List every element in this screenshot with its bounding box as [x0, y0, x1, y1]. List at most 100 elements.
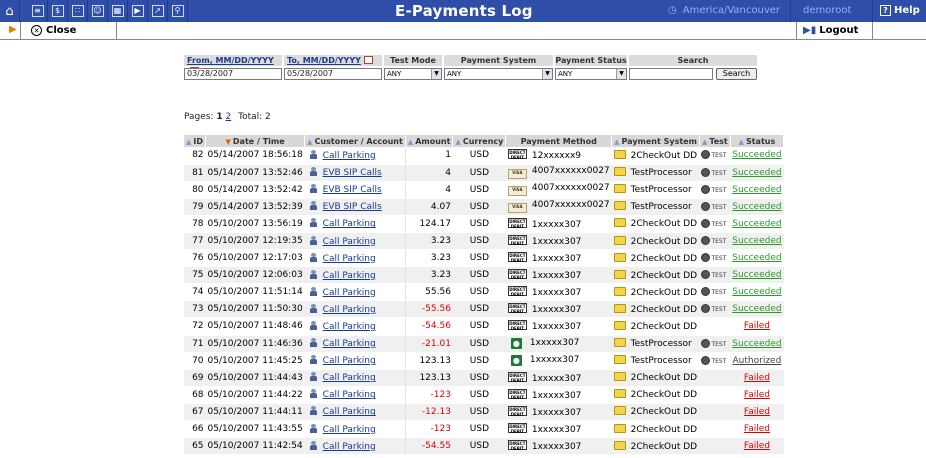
payment-system-icon: [613, 167, 626, 177]
help-link[interactable]: ? Help: [880, 5, 920, 16]
cell-payment-method: DIRECT DEBIT 1xxxxx307: [505, 386, 612, 404]
status-link[interactable]: Authorized: [733, 356, 782, 366]
calendar-icon[interactable]: [363, 56, 373, 64]
timezone-link[interactable]: ◷ America/Vancouver: [668, 5, 780, 16]
user-name[interactable]: demoroot: [790, 0, 873, 22]
dollar-icon[interactable]: $: [48, 0, 68, 22]
status-link[interactable]: Succeeded: [732, 287, 781, 297]
test-mode-select[interactable]: ANY ▼: [384, 68, 442, 80]
from-date-header[interactable]: From, MM/DD/YYYY: [184, 55, 282, 75]
cell-payment-method: DIRECT DEBIT 1xxxxx307: [505, 232, 612, 251]
customer-link[interactable]: Call Parking: [323, 339, 376, 349]
home-icon[interactable]: ⌂: [0, 0, 20, 22]
search-icon[interactable]: ⚲: [168, 0, 188, 22]
status-link[interactable]: Failed: [744, 441, 770, 451]
cell-payment-method: DIRECT DEBIT 1xxxxx307: [505, 266, 612, 285]
column-header-datetime[interactable]: ▼ Date / Time: [205, 135, 306, 147]
cell-currency: USD: [452, 232, 506, 251]
status-link[interactable]: Failed: [744, 407, 770, 417]
grid-icon[interactable]: ∷: [68, 0, 88, 22]
customer-link[interactable]: Call Parking: [323, 271, 376, 281]
search-input[interactable]: [629, 68, 713, 80]
cell-currency: USD: [452, 317, 506, 336]
sort-icon: ▲: [614, 137, 620, 146]
payment-system-icon: [613, 149, 626, 159]
from-date-input[interactable]: 03/28/2007: [184, 68, 282, 80]
header-label: ID: [193, 136, 204, 146]
customer-link[interactable]: Call Parking: [323, 425, 376, 435]
status-link[interactable]: Succeeded: [732, 236, 781, 246]
person-icon: [309, 303, 317, 313]
column-header-customer[interactable]: ▲ Customer / Account: [304, 135, 406, 147]
direct-debit-icon: DIRECT DEBIT: [507, 388, 527, 400]
header-label: Test: [709, 136, 728, 146]
status-link[interactable]: Succeeded: [732, 253, 781, 263]
cell-datetime: 05/14/2007 13:52:46: [205, 164, 305, 182]
cell-datetime: 05/10/2007 12:06:03: [205, 266, 305, 285]
list-icon[interactable]: ≡: [28, 0, 48, 22]
status-link[interactable]: Succeeded: [732, 270, 781, 280]
customer-link[interactable]: Call Parking: [323, 305, 376, 315]
customer-link[interactable]: EVB SIP Calls: [323, 202, 382, 212]
cell-currency: USD: [452, 164, 506, 182]
customer-link[interactable]: Call Parking: [323, 407, 376, 417]
cell-status: Succeeded: [730, 335, 784, 353]
credit-card-icon: VISA: [507, 186, 527, 197]
customer-link[interactable]: EVB SIP Calls: [323, 168, 382, 178]
customer-link[interactable]: Call Parking: [323, 322, 376, 332]
column-header-status[interactable]: ▲ Status: [730, 135, 785, 147]
column-header-amount[interactable]: ▲ Amount: [405, 135, 454, 147]
chevron-down-icon: ▼: [542, 69, 552, 79]
customer-link[interactable]: Call Parking: [323, 373, 376, 383]
status-link[interactable]: Succeeded: [732, 150, 781, 160]
payment-system-icon: [613, 355, 626, 365]
customer-link[interactable]: Call Parking: [323, 219, 376, 229]
status-link[interactable]: Failed: [744, 321, 770, 331]
forward-icon[interactable]: ▶: [128, 0, 148, 22]
person-icon[interactable]: ☺: [88, 0, 108, 22]
page-link[interactable]: 2: [226, 112, 232, 122]
customer-link[interactable]: Call Parking: [323, 151, 376, 161]
status-link[interactable]: Succeeded: [732, 168, 781, 178]
chart-icon[interactable]: ↗: [148, 0, 168, 22]
customer-link[interactable]: Call Parking: [323, 356, 376, 366]
cell-customer: EVB SIP Calls: [304, 198, 406, 216]
close-button[interactable]: ✕ Close: [20, 22, 117, 40]
test-gear-icon: TEST: [701, 218, 726, 228]
status-link[interactable]: Failed: [744, 390, 770, 400]
logout-button[interactable]: ▶▮ Logout: [796, 22, 873, 40]
header-label: Payment System: [621, 136, 697, 146]
status-link[interactable]: Failed: [744, 373, 770, 383]
customer-link[interactable]: Call Parking: [323, 254, 376, 264]
cell-id: 76: [184, 249, 206, 268]
cell-datetime: 05/10/2007 12:17:03: [205, 249, 305, 268]
person-icon: [309, 423, 317, 433]
customer-link[interactable]: Call Parking: [323, 390, 376, 400]
accounts-icon[interactable]: ▦: [108, 0, 128, 22]
column-header-test[interactable]: ▲ Test: [699, 135, 731, 147]
status-link[interactable]: Succeeded: [732, 185, 781, 195]
customer-link[interactable]: Call Parking: [323, 442, 376, 452]
column-header-method[interactable]: Payment Method: [505, 135, 613, 147]
customer-link[interactable]: Call Parking: [323, 288, 376, 298]
cell-status: Succeeded: [730, 266, 784, 285]
status-link[interactable]: Succeeded: [732, 202, 781, 212]
status-link[interactable]: Succeeded: [732, 339, 781, 349]
cell-id: 66: [184, 420, 206, 439]
status-link[interactable]: Succeeded: [732, 304, 781, 314]
to-date-header[interactable]: To, MM/DD/YYYY: [284, 55, 382, 66]
status-link[interactable]: Failed: [744, 424, 770, 434]
search-button[interactable]: Search: [716, 68, 757, 80]
status-link[interactable]: Succeeded: [732, 219, 781, 229]
customer-link[interactable]: Call Parking: [323, 237, 376, 247]
payment-status-select[interactable]: ANY ▼: [555, 68, 627, 80]
payment-system-select[interactable]: ANY ▼: [444, 68, 553, 80]
column-header-currency[interactable]: ▲ Currency: [452, 135, 507, 147]
cell-status: Failed: [730, 437, 784, 456]
column-header-system[interactable]: ▲ Payment System: [611, 135, 700, 147]
to-date-input[interactable]: 05/28/2007: [284, 68, 382, 80]
column-header-id[interactable]: ▲ ID: [184, 135, 207, 147]
customer-link[interactable]: EVB SIP Calls: [323, 185, 382, 195]
payment-system-name: TestProcessor: [630, 185, 692, 196]
test-icon-label: TEST: [711, 255, 727, 263]
